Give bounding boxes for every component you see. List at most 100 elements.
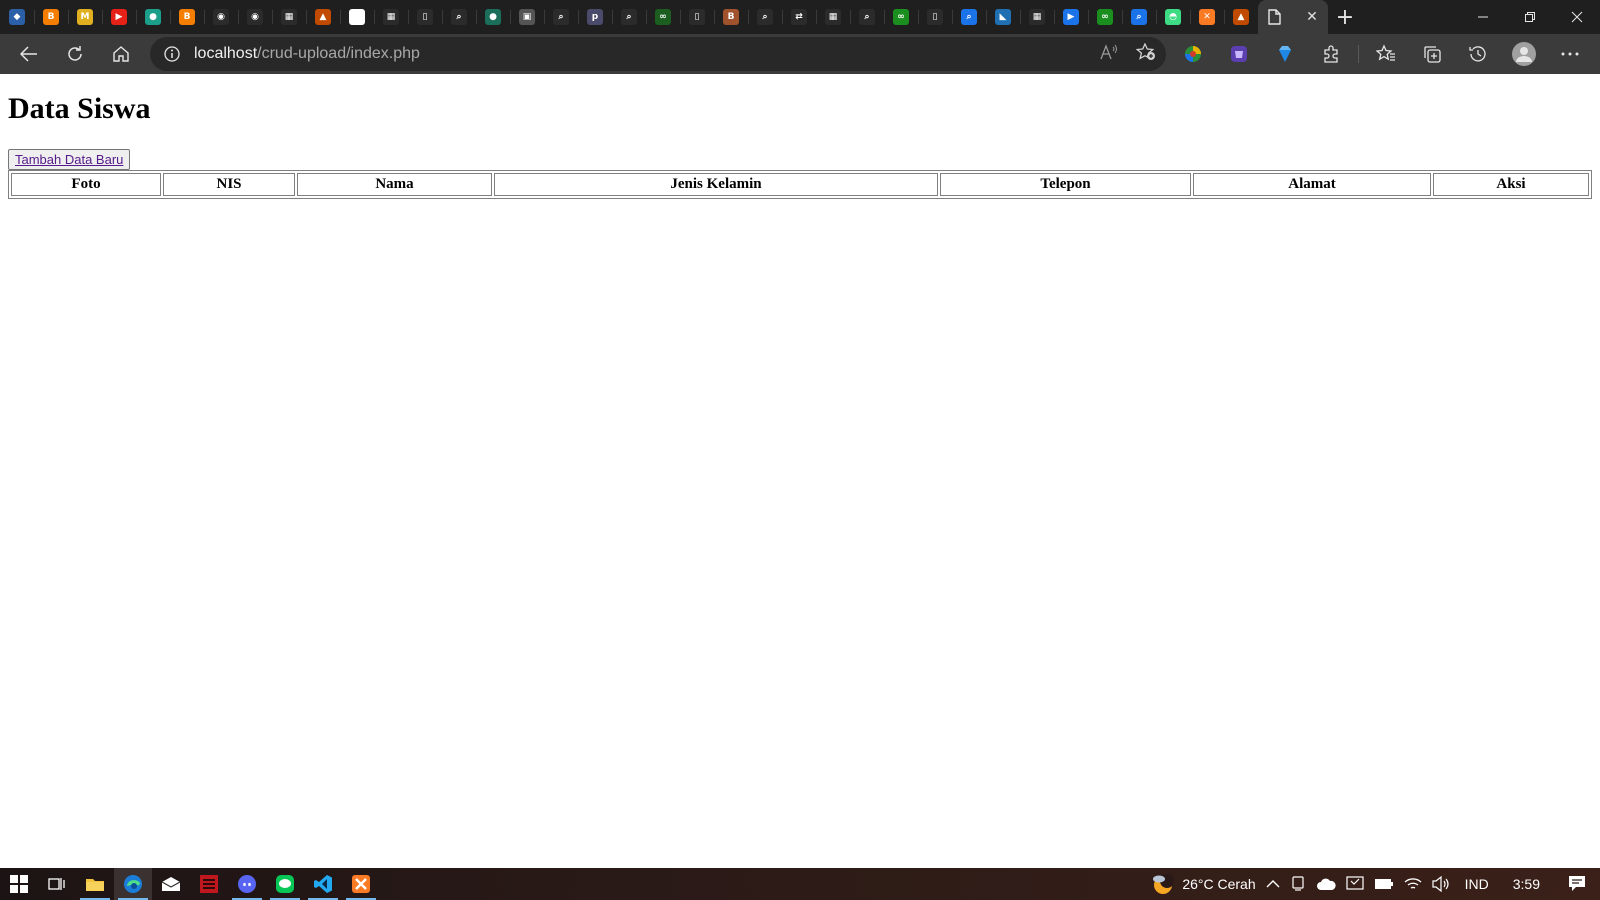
browser-tab[interactable]: ◓ (1156, 0, 1190, 34)
discord-button[interactable] (228, 868, 266, 900)
extensions-puzzle-icon[interactable] (1308, 34, 1354, 74)
browser-tab[interactable]: ◉ (340, 0, 374, 34)
colorful-extension-icon[interactable] (1170, 34, 1216, 74)
taskbar: 26°C Cerah IND 3:59 (0, 868, 1600, 900)
browser-tab[interactable]: ● (476, 0, 510, 34)
header-telepon: Telepon (940, 173, 1191, 196)
browser-tab[interactable]: ▯ (408, 0, 442, 34)
site-info-icon[interactable] (150, 46, 194, 62)
browser-tab[interactable]: ◆ (0, 0, 34, 34)
browser-tab[interactable]: ▲ (1224, 0, 1258, 34)
address-bar[interactable]: localhost/crud-upload/index.php (150, 37, 1166, 71)
gem-extension-icon[interactable] (1262, 34, 1308, 74)
browser-tab[interactable]: ▶ (102, 0, 136, 34)
read-aloud-icon[interactable] (1100, 44, 1118, 64)
mail-icon (161, 877, 181, 891)
url-host: localhost (194, 45, 258, 62)
browser-tab[interactable]: ◉ (238, 0, 272, 34)
browser-tab[interactable]: ◣ (986, 0, 1020, 34)
battery-icon[interactable] (1369, 868, 1399, 900)
browser-tab[interactable]: B (170, 0, 204, 34)
home-button[interactable] (98, 34, 144, 74)
add-favorite-icon[interactable] (1135, 42, 1156, 65)
edge-button[interactable] (114, 868, 152, 900)
xampp-icon (352, 875, 370, 893)
clock[interactable]: 3:59 (1499, 868, 1554, 900)
add-new-data-button[interactable]: Tambah Data Baru (8, 149, 131, 170)
app-red-button[interactable] (190, 868, 228, 900)
chart-icon: ◣ (995, 9, 1011, 25)
onedrive-icon[interactable] (1311, 868, 1341, 900)
browser-tab[interactable]: ∞ (884, 0, 918, 34)
play-icon: ▶ (1063, 9, 1079, 25)
browser-tab[interactable]: ✕ (1190, 0, 1224, 34)
browser-tab[interactable]: ⌕ (612, 0, 646, 34)
volume-icon[interactable] (1427, 868, 1455, 900)
browser-tab[interactable]: ▯ (680, 0, 714, 34)
tray-device-icon[interactable] (1285, 868, 1311, 900)
close-tab-icon[interactable]: ✕ (1304, 9, 1320, 25)
search-icon: ⌕ (757, 9, 773, 25)
browser-tab[interactable]: ∞ (646, 0, 680, 34)
github-icon: ◉ (349, 9, 365, 25)
active-tab[interactable]: ✕ (1258, 0, 1328, 34)
browser-tab[interactable]: ▲ (306, 0, 340, 34)
language-indicator[interactable]: IND (1455, 868, 1499, 900)
browser-tab[interactable]: ◉ (204, 0, 238, 34)
home-icon (113, 46, 129, 62)
browser-tab[interactable]: ⌕ (442, 0, 476, 34)
close-window-button[interactable] (1553, 0, 1600, 34)
favorites-button[interactable] (1363, 34, 1409, 74)
browser-tab[interactable]: ● (136, 0, 170, 34)
show-hidden-icons[interactable] (1261, 868, 1285, 900)
weather-widget[interactable]: 26°C Cerah (1145, 868, 1260, 900)
browser-tab[interactable]: ⌕ (748, 0, 782, 34)
page-icon: ▯ (417, 9, 433, 25)
browser-tab[interactable]: B (714, 0, 748, 34)
start-button[interactable] (0, 868, 38, 900)
browser-tab[interactable]: ⌕ (544, 0, 578, 34)
browser-tab[interactable]: ▣ (510, 0, 544, 34)
browser-tab[interactable]: ▦ (816, 0, 850, 34)
purple-extension-icon[interactable] (1216, 34, 1262, 74)
line-button[interactable] (266, 868, 304, 900)
profile-button[interactable] (1501, 34, 1547, 74)
more-options-button[interactable] (1547, 34, 1593, 74)
browser-tab[interactable]: ▯ (918, 0, 952, 34)
browser-tab[interactable]: M (68, 0, 102, 34)
browser-tab[interactable]: ⌕ (850, 0, 884, 34)
restore-button[interactable] (1506, 0, 1553, 34)
browser-tab[interactable]: ▦ (374, 0, 408, 34)
browser-tab[interactable]: ∞ (1088, 0, 1122, 34)
browser-tab[interactable]: ▦ (272, 0, 306, 34)
browser-tab[interactable]: ⌕ (1122, 0, 1156, 34)
browser-tab[interactable]: ▶ (1054, 0, 1088, 34)
new-tab-button[interactable]: + (1328, 0, 1362, 34)
vscode-button[interactable] (304, 868, 342, 900)
history-icon (1469, 46, 1486, 62)
xampp-button[interactable] (342, 868, 380, 900)
minimize-button[interactable] (1459, 0, 1506, 34)
tray-app-icon[interactable] (1341, 868, 1369, 900)
browser-tab[interactable]: ▦ (1020, 0, 1054, 34)
link-icon: ∞ (655, 9, 671, 25)
wifi-icon[interactable] (1399, 868, 1427, 900)
folder-icon (86, 879, 104, 891)
task-view-button[interactable] (38, 868, 76, 900)
back-button[interactable] (6, 34, 52, 74)
collections-icon (1424, 46, 1441, 63)
file-explorer-button[interactable] (76, 868, 114, 900)
history-button[interactable] (1455, 34, 1501, 74)
browser-tab[interactable]: ⌕ (952, 0, 986, 34)
mail-button[interactable] (152, 868, 190, 900)
collections-button[interactable] (1409, 34, 1455, 74)
notifications-button[interactable] (1554, 868, 1600, 900)
browser-tab[interactable]: ⇄ (782, 0, 816, 34)
browser-tab[interactable]: p (578, 0, 612, 34)
circle-app-icon: ● (485, 9, 501, 25)
url-text[interactable]: localhost/crud-upload/index.php (194, 45, 420, 63)
browser-tab[interactable]: B (34, 0, 68, 34)
blogger-icon: B (43, 9, 59, 25)
refresh-button[interactable] (52, 34, 98, 74)
windows-icon (10, 875, 28, 893)
